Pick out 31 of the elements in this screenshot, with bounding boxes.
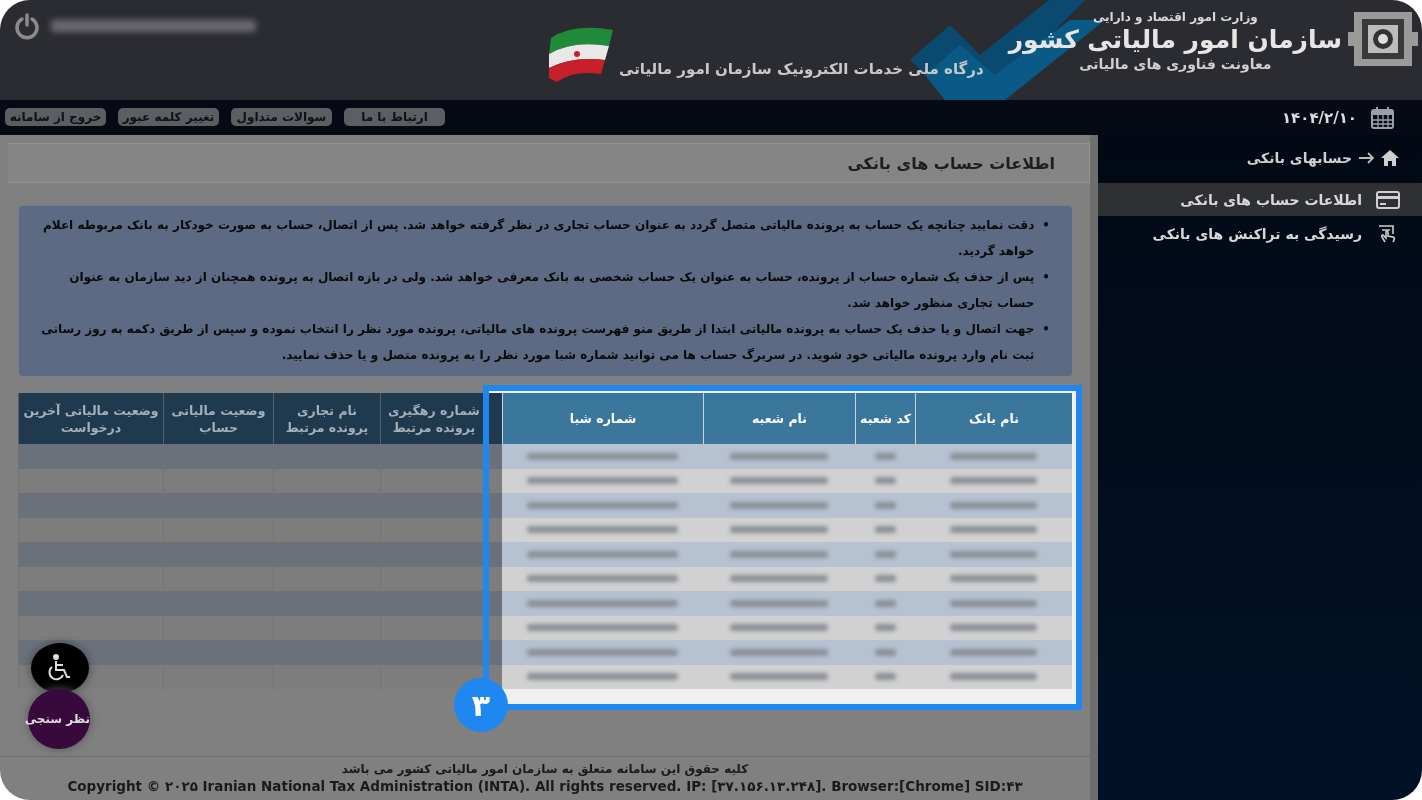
column-header: نام تجاری پرونده مرتبط: [273, 393, 380, 444]
breadcrumb-link[interactable]: حسابهای بانکی: [1246, 150, 1352, 166]
rights-text: کلیه حقوق این سامانه متعلق به سازمان امور مالیاتی کشور می باشد: [341, 762, 749, 776]
ministry-name: وزارت امور اقتصاد و دارایی: [1092, 10, 1258, 24]
current-date: ۱۴۰۴/۲/۱۰: [1281, 108, 1357, 127]
list-bullet: •: [1042, 269, 1050, 286]
column-header: کد شعبه: [855, 393, 915, 444]
notice-text: پس از حذف یک شماره حساب از پرونده، حساب به عنوان یک حساب شخصی به بانک معرفی خواهد شد. ولی در بازه اتصال به پرونده همچنان از دید سازمان به عنوان حساب تجاری منظور خواهد شد.: [68, 269, 1035, 313]
list-bullet: •: [1042, 217, 1050, 234]
column-header: شماره شبا: [502, 393, 703, 444]
notice-text: دقت نمایید چنانچه یک حساب به پرونده مالیاتی متصل گردد به عنوان حساب تجاری در نظر گرفته خواهد شد. پس از اتصال، حساب به صورت خودکار به بانک مربوطه اعلام خواهد گردید.: [42, 217, 1035, 261]
arrow-icon: [1358, 152, 1374, 164]
emblem-icon: [1348, 10, 1418, 68]
power-icon: [13, 12, 41, 40]
column-header: نام بانک: [915, 393, 1072, 444]
copyright-text: Copyright © ۲۰۲۵ Iranian National Tax Administration (INTA). All rights reserved. IP: [۳۷.۱۵۶.۱۳.۲۴۸]. Browser:[Chrome] SID:۴۳: [67, 778, 1023, 794]
notice-text: جهت اتصال و یا حذف یک حساب به پرونده مالیاتی ابتدا از طریق منو فهرست پرونده های مالیاتی، پرونده مورد نظر را انتخاب نموده و سپس از طریق دکمه به روز رسانی ثبت نام وارد پرونده مالیاتی خود شوید. در سربرگ حساب ها می توانید شماره شبا مورد نظر را به پرونده متصل و یا حذف نمایید.: [40, 321, 1035, 365]
home-icon: [1380, 149, 1400, 167]
step-badge: ۳: [454, 678, 508, 732]
column-header: وضعیت مالیاتی حساب: [163, 393, 273, 444]
portal-title: درگاه ملی خدمات الکترونیک سازمان امور مالیاتی: [619, 60, 984, 78]
page-title: اطلاعات حساب های بانکی: [847, 153, 1055, 173]
column-header: وضعیت مالیاتی آخرین درخواست: [18, 393, 163, 444]
column-header: نام شعبه: [703, 393, 855, 444]
organization-name: سازمان امور مالیاتی کشور: [1008, 25, 1342, 56]
card-icon: [1376, 190, 1400, 209]
calendar-icon: [1371, 106, 1394, 129]
sidebar-item[interactable]: اطلاعات حساب های بانکی: [1098, 183, 1422, 216]
sidebar-item[interactable]: رسیدگی به تراکنش های بانکی: [1098, 217, 1422, 250]
deputy-name: معاونت فناوری های مالیاتی: [1079, 56, 1272, 72]
list-bullet: •: [1042, 321, 1050, 338]
